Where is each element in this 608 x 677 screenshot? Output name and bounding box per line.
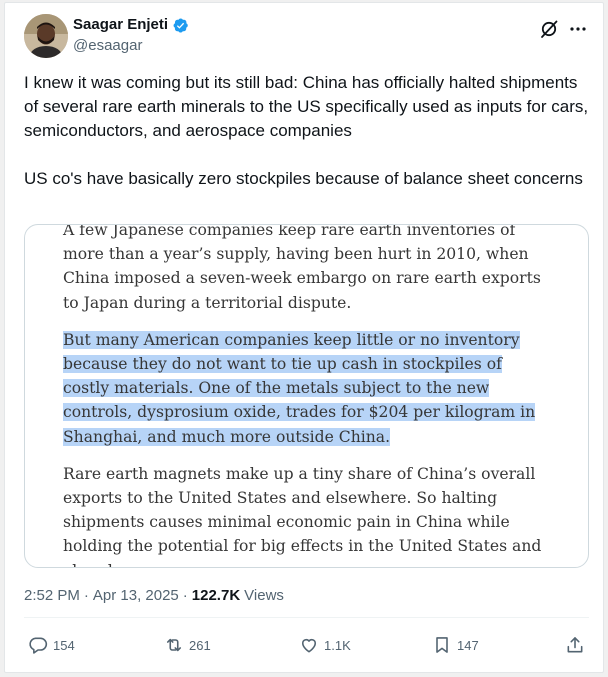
bookmark-button[interactable]: 147: [432, 631, 479, 659]
avatar-photo: [24, 14, 68, 58]
share-icon: [565, 635, 585, 655]
tweet-time[interactable]: 2:52 PM: [24, 586, 80, 606]
article-excerpt: A few Japanese companies keep rare earth…: [63, 224, 549, 567]
repost-icon: [164, 635, 184, 655]
meta-separator: ·: [83, 587, 89, 604]
views-label: Views: [244, 587, 284, 604]
author-name-row[interactable]: Saagar Enjeti: [73, 15, 189, 35]
article-paragraph: Rare earth magnets make up a tiny share …: [63, 464, 542, 567]
tweet-meta: 2:52 PM · Apr 13, 2025 · 122.7K Views: [24, 586, 284, 606]
meta-separator: ·: [182, 587, 188, 604]
repost-count: 261: [189, 637, 211, 653]
reply-count: 154: [53, 637, 75, 653]
tweet-text: I knew it was coming but its still bad: …: [24, 73, 589, 188]
tweet-date[interactable]: Apr 13, 2025: [93, 586, 179, 606]
tweet-card: Saagar Enjeti @esaagar I knew it was com…: [4, 2, 604, 673]
bookmark-count: 147: [457, 637, 479, 653]
article-paragraph: A few Japanese companies keep rare earth…: [63, 224, 541, 312]
bookmark-icon: [432, 635, 452, 655]
quoted-image[interactable]: A few Japanese companies keep rare earth…: [24, 224, 589, 568]
avatar[interactable]: [24, 14, 68, 58]
reply-button[interactable]: 154: [28, 631, 75, 659]
more-icon[interactable]: [567, 19, 589, 39]
grok-icon[interactable]: [539, 19, 559, 39]
reply-icon: [28, 635, 48, 655]
like-button[interactable]: 1.1K: [299, 631, 351, 659]
highlighted-text: But many American companies keep little …: [63, 330, 536, 446]
author-name[interactable]: Saagar Enjeti: [73, 15, 168, 35]
verified-badge-icon: [172, 17, 189, 34]
divider: [24, 617, 589, 618]
like-count: 1.1K: [324, 637, 351, 653]
article-paragraph-highlighted: But many American companies keep little …: [63, 328, 549, 449]
author-handle[interactable]: @esaagar: [73, 36, 142, 56]
repost-button[interactable]: 261: [164, 631, 211, 659]
share-button[interactable]: [565, 631, 585, 659]
like-icon: [299, 635, 319, 655]
action-bar: 154 261 1.1K 147: [24, 631, 589, 659]
views-count: 122.7K: [191, 587, 241, 604]
